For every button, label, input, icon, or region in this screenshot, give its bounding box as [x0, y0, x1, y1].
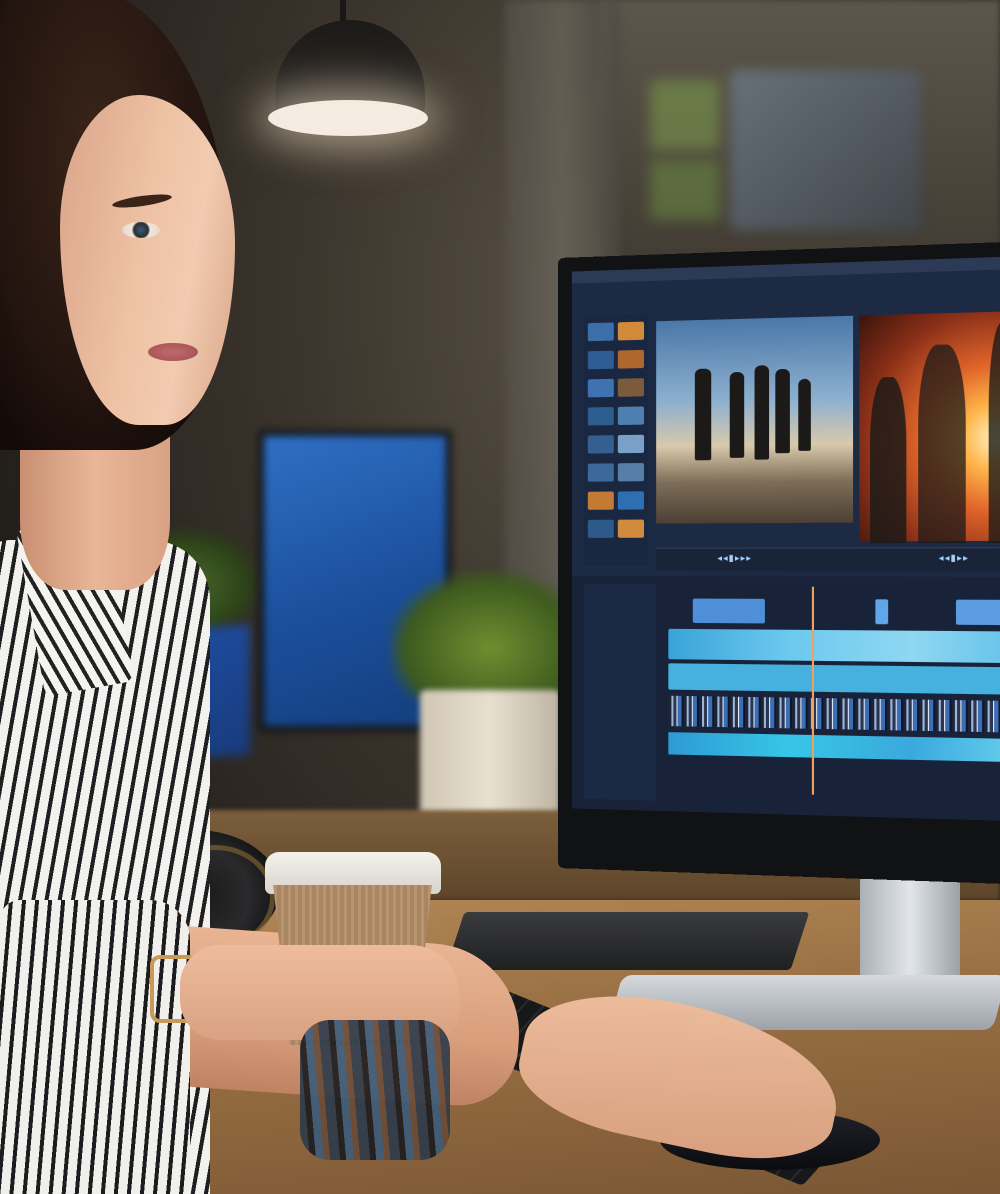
clip-thumbnail: [617, 406, 645, 426]
clip-thumbnail: [617, 378, 645, 397]
video-editor-screen: ◂◂▮▸▸▸ ◂◂▮▸▸: [571, 255, 1000, 822]
person-silhouette: [798, 378, 811, 451]
track-list: [583, 584, 657, 801]
person-silhouette: [729, 371, 745, 458]
timeline-clip[interactable]: [875, 599, 889, 625]
playhead[interactable]: [811, 586, 815, 795]
clip-thumbnail: [587, 350, 614, 370]
transport-bar: ◂◂▮▸▸▸ ◂◂▮▸▸: [656, 547, 1000, 572]
timeline-clip[interactable]: [955, 599, 1000, 626]
person-silhouette: [775, 368, 790, 454]
background-shelf: [730, 70, 920, 230]
timeline-clip[interactable]: [692, 598, 765, 624]
clip-thumbnail: [617, 491, 645, 510]
transport-controls-left[interactable]: ◂◂▮▸▸▸: [717, 554, 752, 564]
clip-thumbnail: [617, 321, 645, 341]
clip-thumbnail: [587, 378, 614, 398]
photo-scene: ◂◂▮▸▸▸ ◂◂▮▸▸: [0, 0, 1000, 1194]
drawing-tablet: [445, 912, 810, 970]
person-silhouette: [918, 344, 966, 544]
shirt-sleeve: [0, 900, 190, 1194]
timeline-clip[interactable]: [668, 628, 1000, 664]
lips: [148, 343, 198, 361]
timeline: [571, 576, 1000, 822]
clip-thumbnail: [587, 322, 614, 342]
monitor-icon: ◂◂▮▸▸▸ ◂◂▮▸▸: [558, 240, 1000, 886]
clip-thumbnail: [617, 434, 645, 454]
person-silhouette: [870, 376, 907, 544]
transport-controls-right[interactable]: ◂◂▮▸▸: [939, 554, 969, 564]
timeline-clip[interactable]: [668, 732, 1000, 763]
clip-thumbnail: [587, 406, 614, 426]
person-silhouette: [988, 321, 1000, 544]
timeline-clip[interactable]: [668, 663, 1000, 696]
clip-thumbnail: [587, 463, 614, 482]
bracelets: [300, 1020, 450, 1160]
lamp-light: [268, 100, 428, 136]
menu-bar: [571, 255, 1000, 284]
person-silhouette: [694, 368, 712, 461]
media-bin: [583, 313, 649, 567]
person-silhouette: [754, 365, 770, 460]
clip-thumbnail: [617, 463, 645, 482]
source-viewer: [656, 315, 854, 524]
clip-thumbnail: [587, 491, 614, 510]
clip-thumbnail: [617, 349, 645, 369]
eye: [122, 222, 160, 238]
plant-pot: [420, 690, 560, 820]
sticky-note: [650, 80, 720, 150]
face: [60, 95, 235, 425]
clip-thumbnail: [587, 435, 614, 454]
audio-waveform: [668, 695, 1000, 734]
clip-thumbnail: [617, 519, 645, 538]
clip-thumbnail: [587, 519, 614, 538]
sticky-note: [650, 160, 720, 220]
program-viewer: [859, 310, 1000, 544]
